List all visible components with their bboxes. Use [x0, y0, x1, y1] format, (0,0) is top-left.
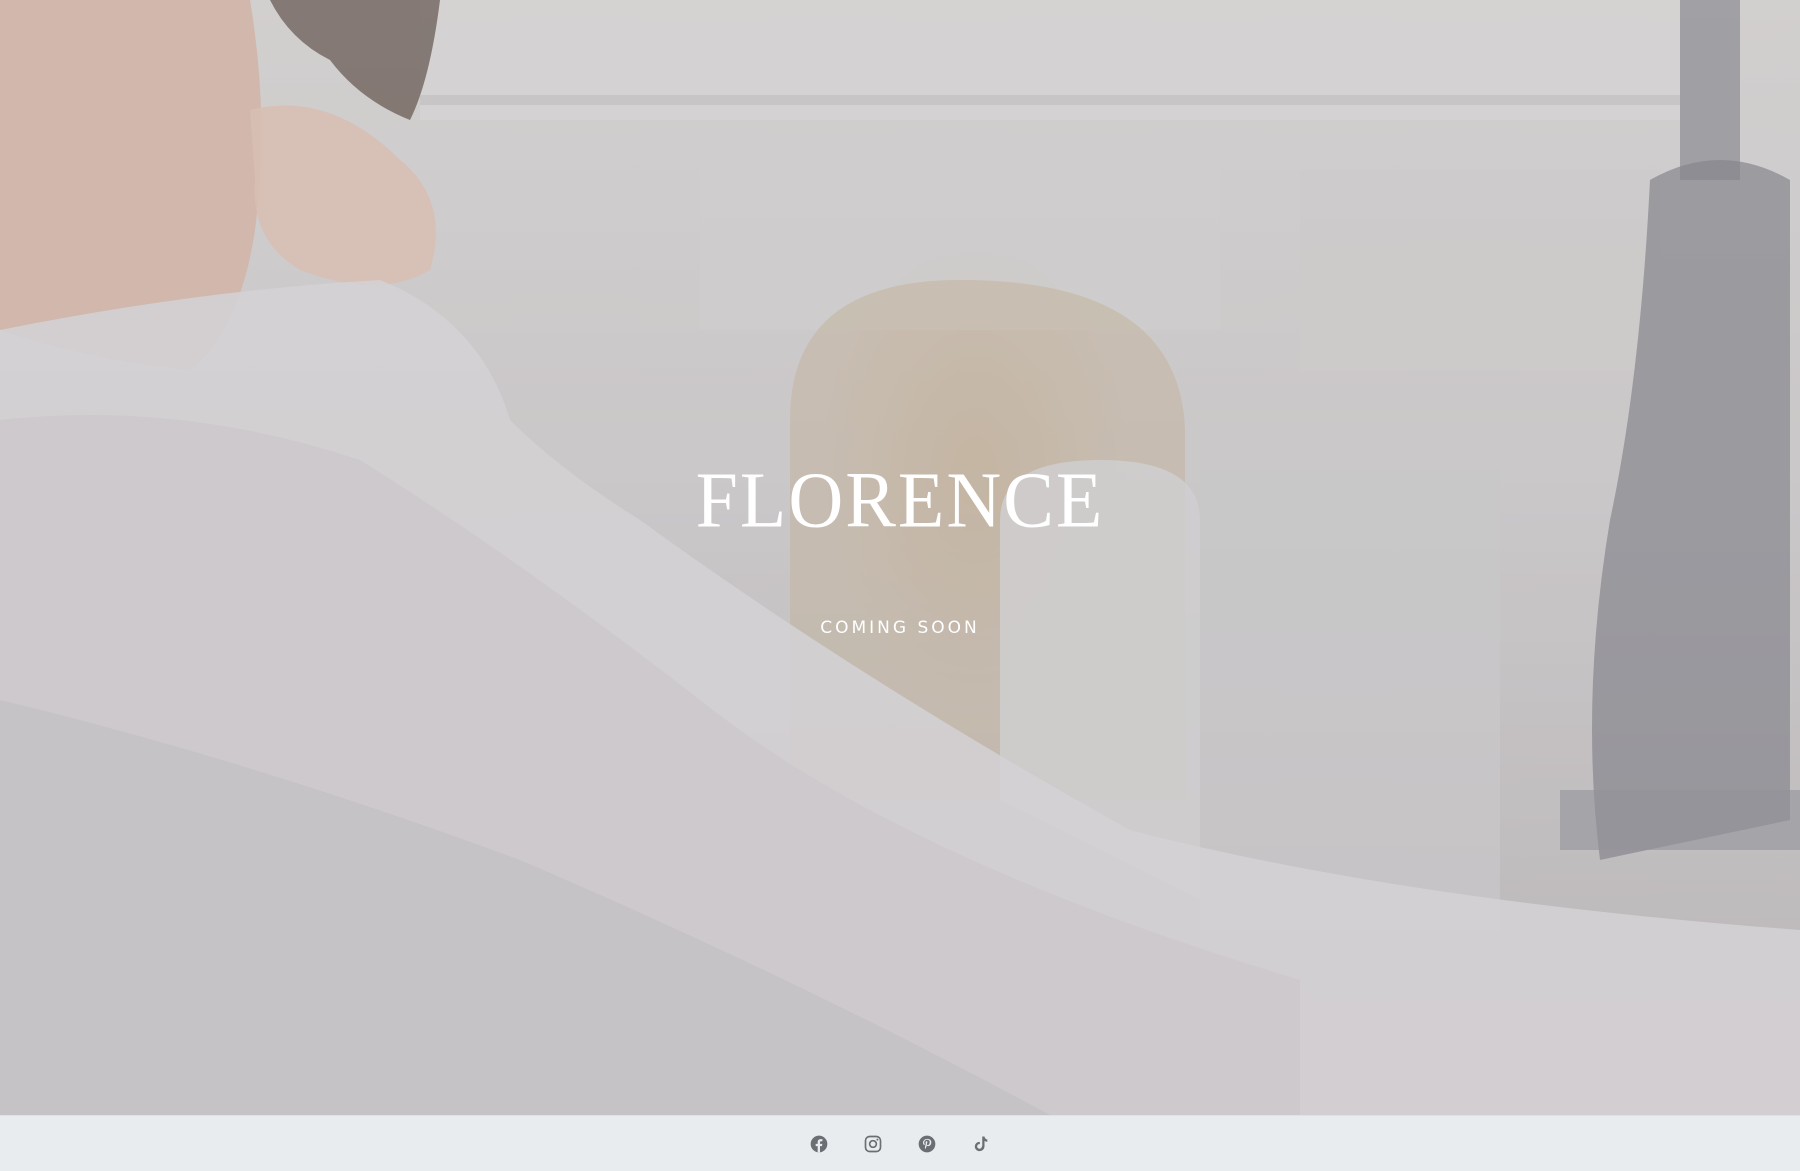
tiktok-link[interactable]: [971, 1134, 991, 1154]
tiktok-icon: [974, 1136, 988, 1151]
social-item-pinterest: [917, 1134, 937, 1154]
pinterest-icon: [918, 1135, 936, 1152]
social-links: [809, 1116, 991, 1171]
instagram-link[interactable]: [863, 1134, 883, 1154]
coming-soon-tagline: COMING SOON: [820, 618, 980, 638]
instagram-icon: [864, 1135, 882, 1152]
brand-title: FLORENCE: [695, 455, 1105, 545]
social-item-tiktok: [971, 1134, 991, 1154]
hero-content: FLORENCE COMING SOON: [0, 0, 1800, 1115]
facebook-icon: [810, 1135, 828, 1152]
social-item-instagram: [863, 1134, 883, 1154]
footer: [0, 1115, 1800, 1170]
social-item-facebook: [809, 1134, 829, 1154]
pinterest-link[interactable]: [917, 1134, 937, 1154]
facebook-link[interactable]: [809, 1134, 829, 1154]
hero-background: FLORENCE COMING SOON: [0, 0, 1800, 1115]
